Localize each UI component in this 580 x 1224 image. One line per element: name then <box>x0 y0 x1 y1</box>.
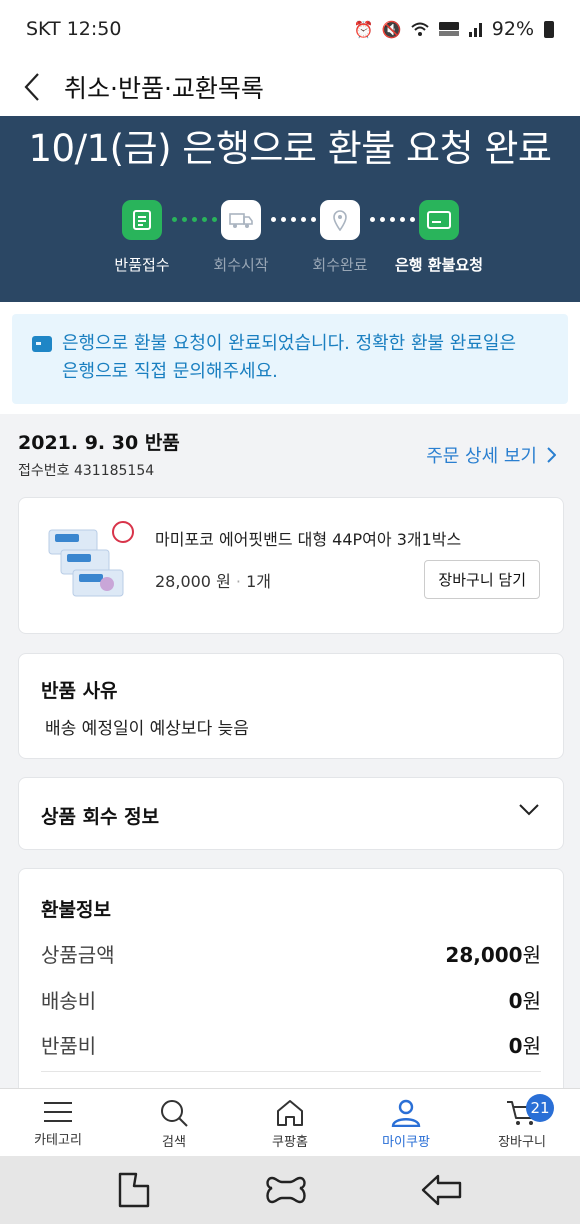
collect-info-title: 상품 회수 정보 <box>41 806 160 828</box>
nav-label: 검색 <box>162 1135 186 1150</box>
refund-row-product: 상품금액 28,000원 <box>41 939 541 968</box>
refund-info-card: 환불정보 상품금액 28,000원 배송비 0원 반품비 0원 <box>18 868 564 1098</box>
battery-icon <box>544 20 554 38</box>
amount: 0 <box>508 1034 523 1058</box>
unit: 원 <box>522 1034 541 1058</box>
product-thumbnail[interactable] <box>45 520 135 608</box>
page-title: 취소·반품·교환목록 <box>64 74 264 103</box>
nav-label: 마이쿠팡 <box>382 1135 430 1150</box>
chevron-down-icon[interactable] <box>519 804 539 816</box>
receipt-number: 접수번호 431185154 <box>18 463 155 479</box>
refund-info-title: 환불정보 <box>41 899 111 921</box>
return-reason-title: 반품 사유 <box>41 680 118 702</box>
unit: 원 <box>522 989 541 1013</box>
bottom-nav: 카테고리 검색 쿠팡홈 마이쿠팡 장바구니 21 <box>0 1088 580 1156</box>
bank-card-icon <box>419 200 459 240</box>
status-icons: ⏰ 🔇 92% <box>354 18 554 40</box>
back-nav-icon[interactable] <box>420 1172 464 1208</box>
product-price: 28,000 원 · 1개 <box>155 568 271 592</box>
home-icon <box>277 1100 303 1126</box>
price-value: 28,000 원 <box>155 572 231 591</box>
divider <box>41 1071 541 1072</box>
order-detail-label: 주문 상세 보기 <box>426 446 537 467</box>
back-button[interactable] <box>0 58 64 116</box>
notice-text: 은행으로 환불 요청이 완료되었습니다. 정확한 환불 완료일은 은행으로 직접… <box>62 330 516 404</box>
return-reason-card: 반품 사유 배송 예정일이 예상보다 늦음 <box>18 653 564 759</box>
mute-icon: 🔇 <box>381 19 402 39</box>
product-name[interactable]: 마미포코 에어핏밴드 대형 44P여아 3개1박스 <box>155 526 461 550</box>
signal-icon <box>468 23 482 37</box>
status-time: SKT 12:50 <box>26 18 122 40</box>
refund-row-return-fee: 반품비 0원 <box>41 1030 541 1059</box>
step-bank-refund: 은행 환불요청 <box>379 200 499 275</box>
receipt-icon <box>122 200 162 240</box>
return-reason-text: 배송 예정일이 예상보다 늦음 <box>45 719 249 739</box>
notice-line: 은행으로 직접 문의해주세요. <box>62 361 278 382</box>
notice-section: 은행으로 환불 요청이 완료되었습니다. 정확한 환불 완료일은 은행으로 직접… <box>0 302 580 414</box>
product-card: 마미포코 에어핏밴드 대형 44P여아 3개1박스 28,000 원 · 1개 … <box>18 497 564 634</box>
recent-apps-icon[interactable] <box>116 1170 152 1210</box>
add-to-cart-button[interactable]: 장바구니 담기 <box>424 560 540 599</box>
refund-value: 28,000원 <box>445 939 541 968</box>
nav-category[interactable]: 카테고리 <box>0 1089 116 1156</box>
notice-line: 은행으로 환불 요청이 완료되었습니다. 정확한 환불 완료일은 <box>62 333 517 354</box>
truck-icon <box>221 200 261 240</box>
cart-count-badge: 21 <box>526 1094 554 1122</box>
refund-value: 0원 <box>509 1030 541 1059</box>
refund-notice: 은행으로 환불 요청이 완료되었습니다. 정확한 환불 완료일은 은행으로 직접… <box>12 314 568 404</box>
status-hero: 10/1(금) 은행으로 환불 요청 완료 반품접수 회수시작 회수완료 은행 … <box>0 116 580 302</box>
refund-label: 배송비 <box>41 989 97 1013</box>
amount: 0 <box>508 989 523 1013</box>
nav-label: 카테고리 <box>34 1133 82 1148</box>
system-nav-bar <box>0 1156 580 1224</box>
progress-steps: 반품접수 회수시작 회수완료 은행 환불요청 <box>0 200 580 280</box>
nav-cart[interactable]: 장바구니 21 <box>464 1089 580 1156</box>
nav-search[interactable]: 검색 <box>116 1089 232 1156</box>
home-button-icon[interactable] <box>264 1172 308 1208</box>
chevron-left-icon <box>24 73 39 101</box>
quantity: 1개 <box>246 572 271 591</box>
step-label: 은행 환불요청 <box>394 256 484 274</box>
nav-label: 장바구니 <box>498 1135 546 1150</box>
price-separator: · <box>235 572 241 591</box>
alarm-icon: ⏰ <box>353 19 374 39</box>
order-detail-link[interactable]: 주문 상세 보기 <box>426 442 556 468</box>
nav-my-coupang[interactable]: 마이쿠팡 <box>348 1089 464 1156</box>
order-summary: 2021. 9. 30 반품 접수번호 431185154 주문 상세 보기 <box>0 414 580 496</box>
nav-label: 쿠팡홈 <box>272 1135 308 1150</box>
status-bar: SKT 12:50 ⏰ 🔇 92% <box>0 0 580 58</box>
search-icon <box>161 1100 188 1127</box>
wifi-icon <box>411 22 429 36</box>
app-header: 취소·반품·교환목록 <box>0 58 580 116</box>
person-icon <box>391 1099 421 1127</box>
refund-value: 0원 <box>509 985 541 1014</box>
return-date: 2021. 9. 30 반품 <box>18 432 180 454</box>
menu-icon <box>44 1102 72 1122</box>
chevron-right-icon <box>547 447 556 463</box>
card-icon <box>32 336 52 352</box>
hd-voice-icon <box>438 22 459 36</box>
refund-label: 상품금액 <box>41 943 115 967</box>
hero-title: 10/1(금) 은행으로 환불 요청 완료 <box>28 127 552 170</box>
collect-info-card[interactable]: 상품 회수 정보 <box>18 777 564 850</box>
amount: 28,000 <box>445 943 523 967</box>
battery-percent: 92% <box>491 18 534 40</box>
unit: 원 <box>522 943 541 967</box>
refund-label: 반품비 <box>41 1034 97 1058</box>
nav-home[interactable]: 쿠팡홈 <box>232 1089 348 1156</box>
refund-row-shipping: 배송비 0원 <box>41 985 541 1014</box>
location-pin-icon <box>320 200 360 240</box>
